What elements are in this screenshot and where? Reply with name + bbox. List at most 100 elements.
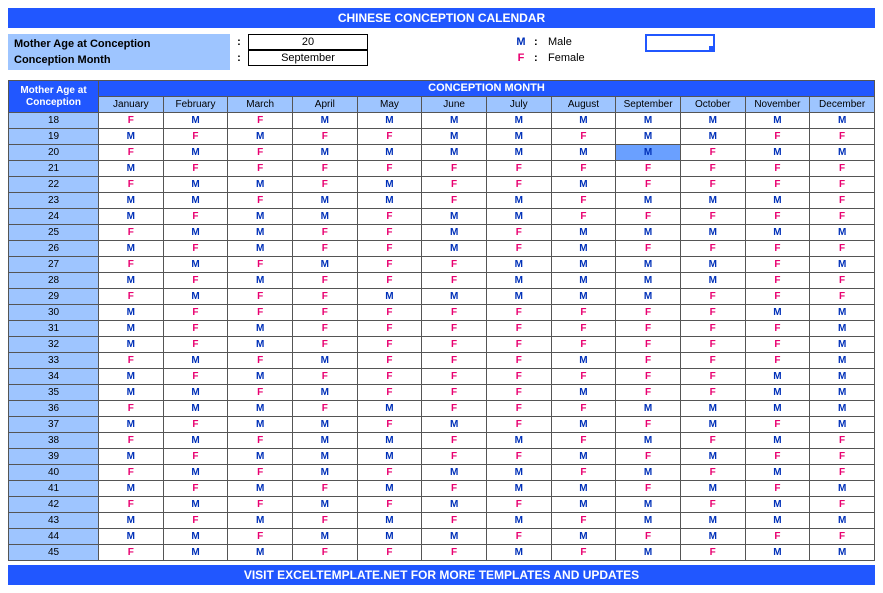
data-cell[interactable]: M — [99, 513, 164, 529]
data-cell[interactable]: F — [810, 161, 875, 177]
data-cell[interactable]: F — [357, 497, 422, 513]
data-cell[interactable]: F — [551, 369, 616, 385]
data-cell[interactable]: M — [680, 449, 745, 465]
data-cell[interactable]: M — [810, 545, 875, 561]
data-cell[interactable]: F — [745, 177, 810, 193]
data-cell[interactable]: F — [422, 273, 487, 289]
data-cell[interactable]: M — [745, 401, 810, 417]
data-cell[interactable]: M — [486, 273, 551, 289]
data-cell[interactable]: M — [745, 497, 810, 513]
data-cell[interactable]: F — [422, 337, 487, 353]
data-cell[interactable]: M — [486, 545, 551, 561]
data-cell[interactable]: F — [616, 321, 681, 337]
data-cell[interactable]: F — [163, 321, 228, 337]
data-cell[interactable]: F — [357, 417, 422, 433]
data-cell[interactable]: M — [551, 481, 616, 497]
data-cell[interactable]: M — [357, 113, 422, 129]
data-cell[interactable]: F — [745, 529, 810, 545]
data-cell[interactable]: M — [616, 433, 681, 449]
data-cell[interactable]: F — [292, 241, 357, 257]
data-cell[interactable]: M — [292, 113, 357, 129]
data-cell[interactable]: M — [551, 177, 616, 193]
data-cell[interactable]: F — [745, 417, 810, 433]
data-cell[interactable]: F — [163, 305, 228, 321]
data-cell[interactable]: F — [422, 353, 487, 369]
data-cell[interactable]: F — [680, 321, 745, 337]
data-cell[interactable]: M — [810, 417, 875, 433]
data-cell[interactable]: M — [99, 209, 164, 225]
data-cell[interactable]: M — [810, 401, 875, 417]
data-cell[interactable]: F — [163, 417, 228, 433]
data-cell[interactable]: F — [810, 289, 875, 305]
data-cell[interactable]: M — [810, 305, 875, 321]
data-cell[interactable]: M — [422, 497, 487, 513]
data-cell[interactable]: M — [228, 225, 293, 241]
data-cell[interactable]: F — [422, 401, 487, 417]
data-cell[interactable]: F — [486, 353, 551, 369]
data-cell[interactable]: M — [745, 193, 810, 209]
data-cell[interactable]: F — [422, 369, 487, 385]
data-cell[interactable]: M — [616, 289, 681, 305]
data-cell[interactable]: F — [422, 321, 487, 337]
data-cell[interactable]: M — [551, 225, 616, 241]
data-cell[interactable]: M — [99, 449, 164, 465]
data-cell[interactable]: F — [486, 321, 551, 337]
data-cell[interactable]: F — [163, 449, 228, 465]
data-cell[interactable]: M — [551, 273, 616, 289]
data-cell[interactable]: M — [680, 529, 745, 545]
data-cell[interactable]: F — [228, 497, 293, 513]
data-cell[interactable]: M — [810, 113, 875, 129]
data-cell[interactable]: F — [228, 465, 293, 481]
data-cell[interactable]: F — [163, 129, 228, 145]
data-cell[interactable]: M — [422, 129, 487, 145]
data-cell[interactable]: F — [745, 449, 810, 465]
data-cell[interactable]: M — [486, 145, 551, 161]
data-cell[interactable]: F — [163, 209, 228, 225]
data-cell[interactable]: M — [292, 353, 357, 369]
data-cell[interactable]: M — [163, 433, 228, 449]
data-cell[interactable]: M — [163, 465, 228, 481]
data-cell[interactable]: M — [616, 545, 681, 561]
data-cell[interactable]: F — [292, 225, 357, 241]
data-cell[interactable]: M — [680, 401, 745, 417]
data-cell[interactable]: F — [422, 385, 487, 401]
data-cell[interactable]: M — [486, 289, 551, 305]
data-cell[interactable]: F — [680, 289, 745, 305]
data-cell[interactable]: F — [745, 273, 810, 289]
data-cell[interactable]: M — [422, 465, 487, 481]
data-cell[interactable]: F — [680, 545, 745, 561]
data-cell[interactable]: M — [551, 497, 616, 513]
data-cell[interactable]: M — [616, 193, 681, 209]
data-cell[interactable]: F — [616, 177, 681, 193]
data-cell[interactable]: F — [99, 545, 164, 561]
data-cell[interactable]: M — [292, 433, 357, 449]
month-input[interactable] — [248, 50, 368, 66]
data-cell[interactable]: F — [292, 513, 357, 529]
data-cell[interactable]: F — [99, 177, 164, 193]
data-cell[interactable]: M — [745, 465, 810, 481]
data-cell[interactable]: M — [163, 257, 228, 273]
data-cell[interactable]: M — [680, 225, 745, 241]
data-cell[interactable]: F — [292, 273, 357, 289]
data-cell[interactable]: F — [680, 241, 745, 257]
data-cell[interactable]: F — [292, 545, 357, 561]
data-cell[interactable]: M — [99, 369, 164, 385]
data-cell[interactable]: M — [357, 449, 422, 465]
data-cell[interactable]: M — [357, 145, 422, 161]
data-cell[interactable]: F — [745, 241, 810, 257]
data-cell[interactable]: M — [292, 449, 357, 465]
data-cell[interactable]: F — [551, 129, 616, 145]
data-cell[interactable]: M — [745, 113, 810, 129]
data-cell[interactable]: M — [551, 289, 616, 305]
data-cell[interactable]: F — [357, 305, 422, 321]
data-cell[interactable]: F — [357, 385, 422, 401]
data-cell[interactable]: M — [163, 225, 228, 241]
data-cell[interactable]: F — [616, 529, 681, 545]
data-cell[interactable]: M — [228, 417, 293, 433]
data-cell[interactable]: M — [422, 225, 487, 241]
data-cell[interactable]: M — [810, 369, 875, 385]
data-cell[interactable]: M — [228, 129, 293, 145]
data-cell[interactable]: M — [486, 481, 551, 497]
data-cell[interactable]: M — [422, 241, 487, 257]
data-cell[interactable]: M — [486, 433, 551, 449]
